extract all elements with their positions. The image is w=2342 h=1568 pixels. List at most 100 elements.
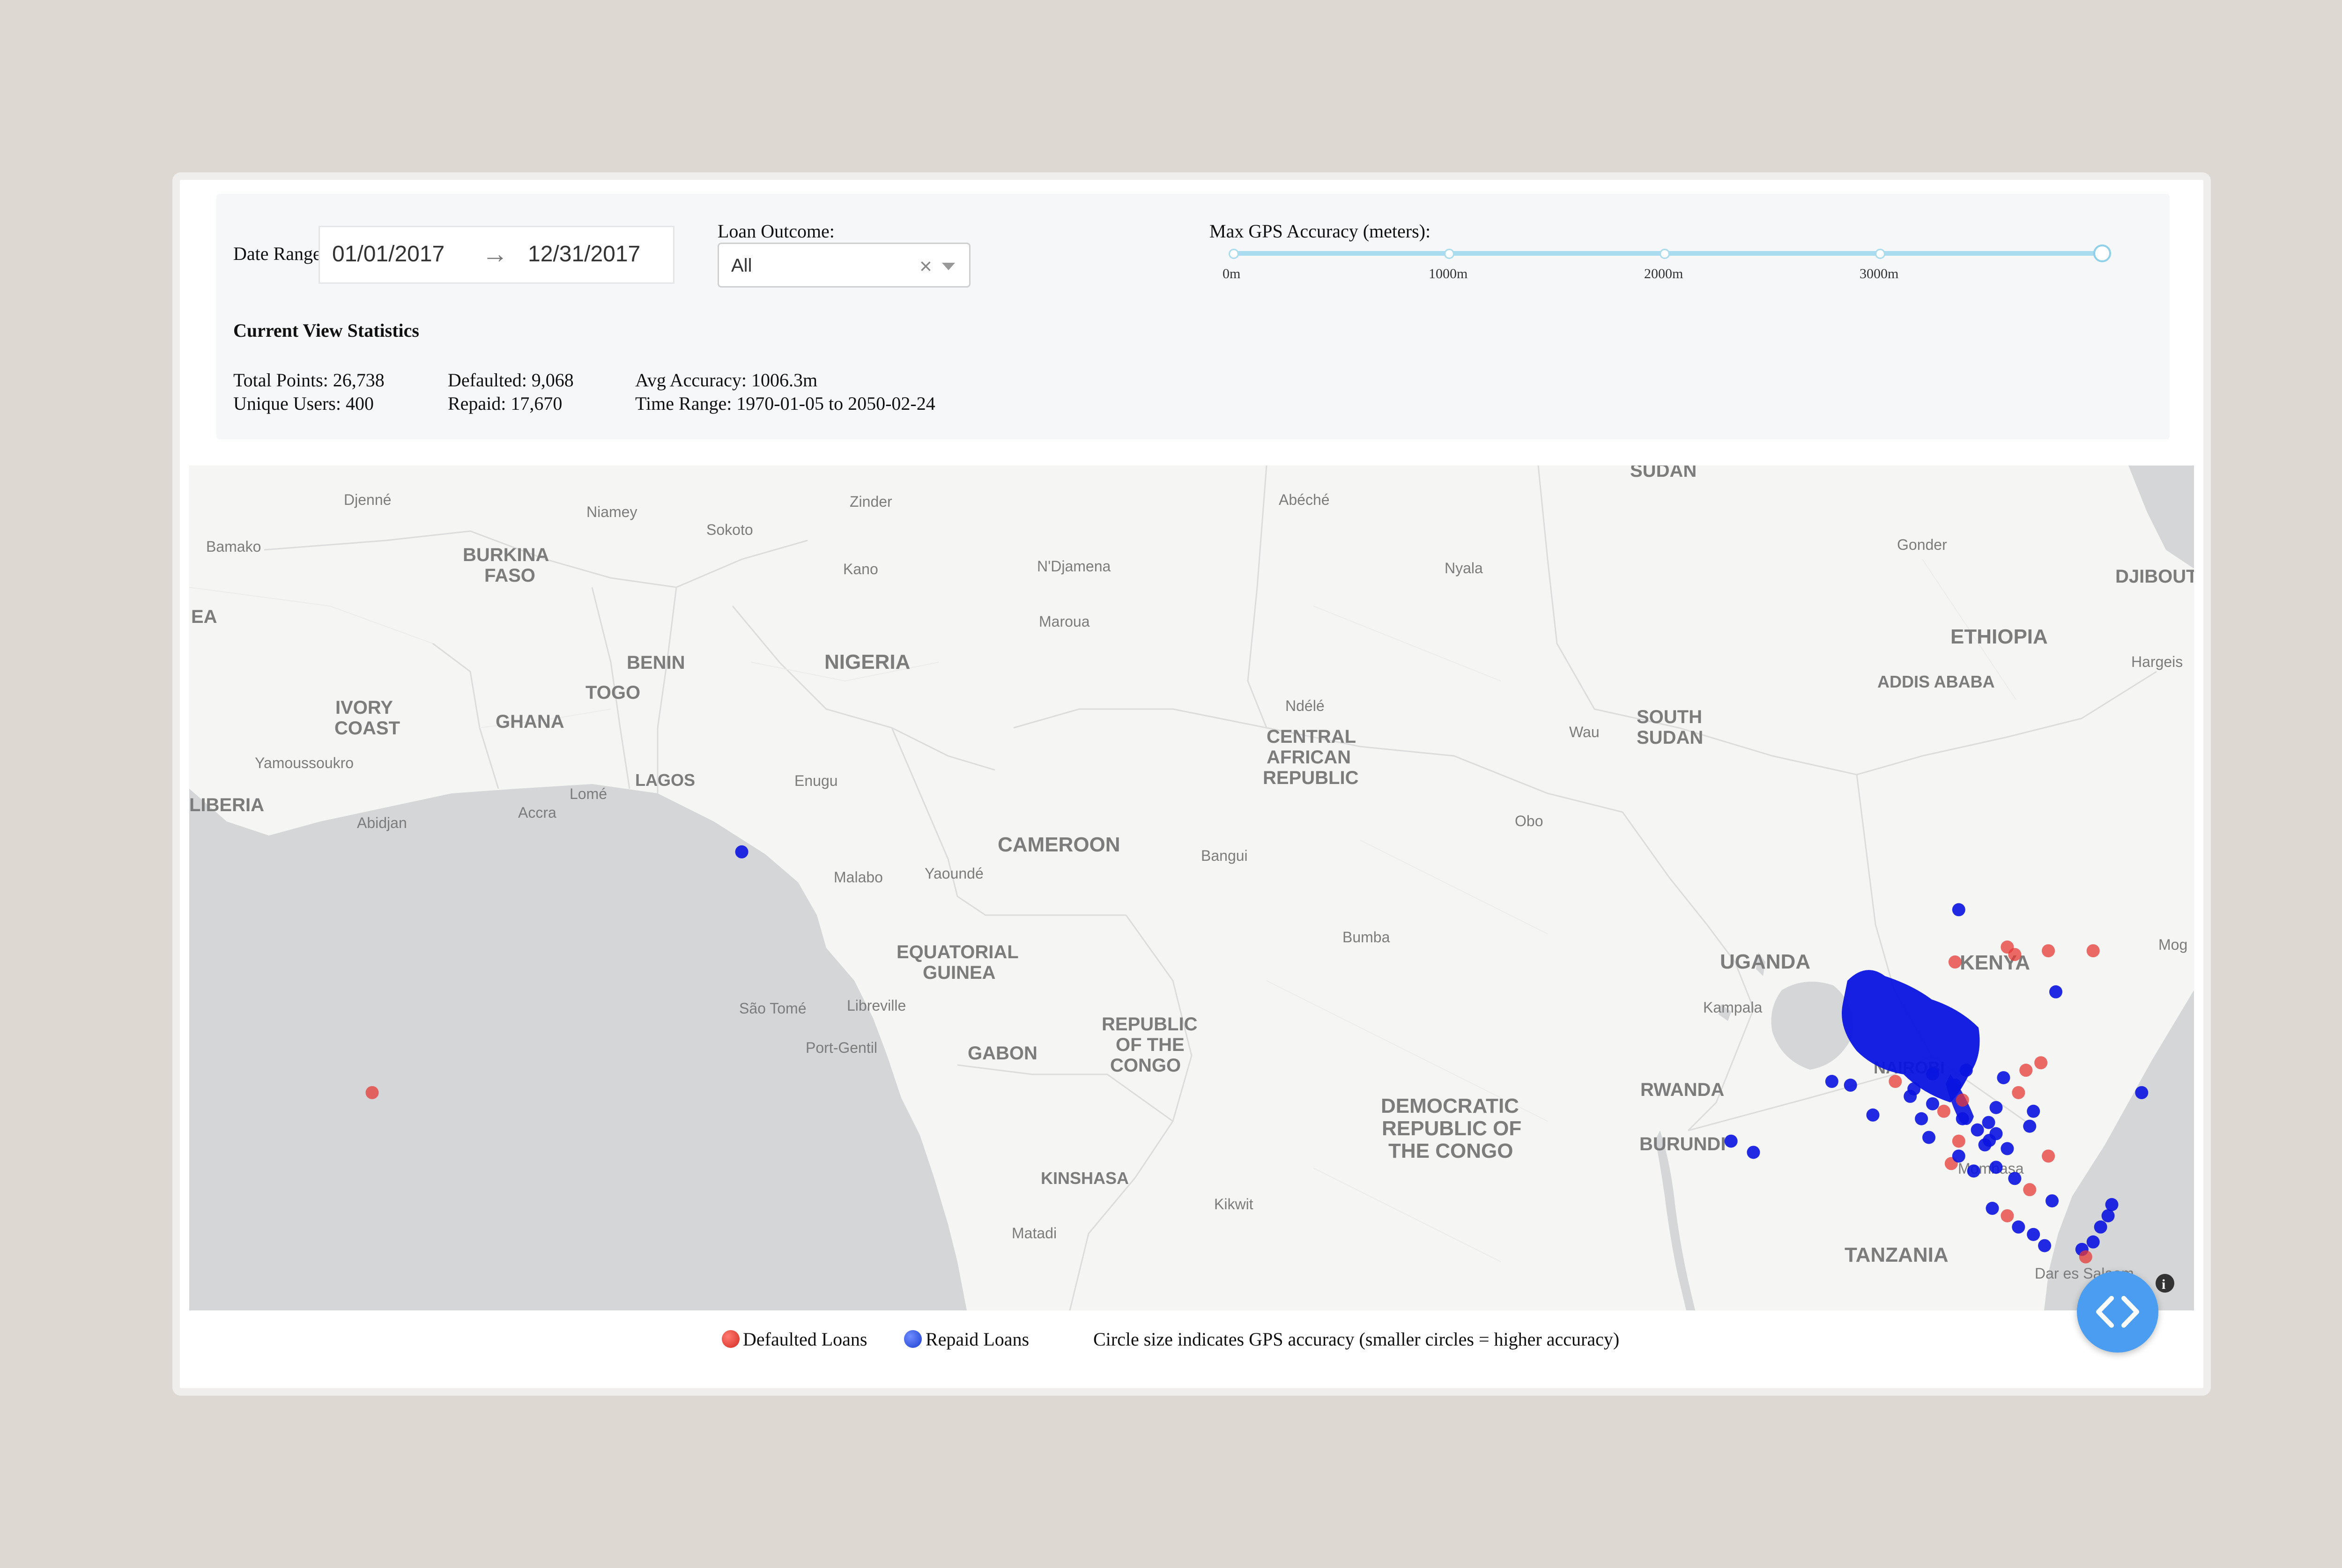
dropdown-caret-icon[interactable] — [942, 263, 955, 270]
slider-dot-3000 — [1875, 249, 1885, 259]
stat-avg-accuracy: Avg Accuracy: 1006.3m — [635, 370, 818, 391]
loan-marker-defaulted[interactable] — [2034, 1056, 2048, 1070]
loan-marker-repaid[interactable] — [1952, 903, 1965, 917]
loan-marker-repaid[interactable] — [1989, 1101, 2003, 1114]
loan-marker-defaulted[interactable] — [2019, 1064, 2033, 1077]
loan-marker-defaulted[interactable] — [1937, 1104, 1950, 1118]
map-legend: Defaulted Loans Repaid Loans Circle size… — [180, 1326, 2203, 1354]
loan-marker-repaid[interactable] — [1904, 1089, 1917, 1103]
loan-marker-defaulted[interactable] — [1948, 955, 1962, 969]
loan-marker-repaid[interactable] — [2027, 1228, 2040, 1241]
loan-marker-repaid[interactable] — [2038, 1239, 2052, 1252]
slider-tick-1000: 1000m — [1429, 266, 1468, 281]
label-libreville: Libreville — [847, 997, 906, 1014]
loan-marker-repaid[interactable] — [1866, 1108, 1880, 1122]
end-date-input[interactable]: 12/31/2017 — [528, 241, 640, 267]
loan-marker-repaid[interactable] — [1724, 1134, 1738, 1148]
loan-marker-repaid[interactable] — [2012, 1220, 2025, 1234]
loan-marker-repaid[interactable] — [1989, 1161, 2003, 1174]
label-kano: Kano — [843, 561, 878, 577]
loan-marker-repaid[interactable] — [1952, 1149, 1965, 1163]
loan-marker-repaid[interactable] — [2094, 1220, 2107, 1234]
label-lome: Lomé — [570, 785, 607, 802]
loan-marker-defaulted[interactable] — [365, 1086, 379, 1099]
loan-marker-defaulted[interactable] — [2042, 1149, 2055, 1163]
label-port-gentil: Port-Gentil — [806, 1039, 877, 1056]
controls-panel: Date Range: 01/01/2017 → 12/31/2017 Loan… — [216, 194, 2170, 439]
label-ethiopia: ETHIOPIA — [1950, 625, 2048, 648]
code-brackets-icon — [2096, 1296, 2139, 1328]
loan-marker-defaulted[interactable] — [2086, 944, 2100, 958]
label-drc-2: REPUBLIC OF — [1382, 1117, 1521, 1140]
label-burkina-1: BURKINA — [463, 545, 549, 565]
loan-marker-repaid[interactable] — [1926, 1097, 1939, 1110]
loan-marker-repaid[interactable] — [1982, 1116, 1995, 1129]
loan-marker-repaid[interactable] — [2027, 1104, 2040, 1118]
loan-marker-defaulted[interactable] — [2042, 944, 2055, 958]
app-frame: Date Range: 01/01/2017 → 12/31/2017 Loan… — [172, 172, 2211, 1396]
loan-marker-repaid[interactable] — [1986, 1202, 1999, 1215]
loan-marker-repaid[interactable] — [1997, 1071, 2010, 1085]
repaid-dot-icon — [904, 1330, 922, 1348]
loan-marker-defaulted[interactable] — [2023, 1183, 2037, 1197]
loan-marker-repaid[interactable] — [2105, 1198, 2119, 1212]
loan-marker-defaulted[interactable] — [2008, 948, 2022, 962]
loan-marker-repaid[interactable] — [1967, 1164, 1980, 1178]
loan-marker-repaid[interactable] — [2049, 985, 2062, 998]
loan-marker-repaid[interactable] — [1844, 1079, 1857, 1092]
loan-outcome-select[interactable]: All × — [718, 243, 971, 288]
loan-marker-repaid[interactable] — [1747, 1146, 1760, 1159]
code-toggle-button[interactable] — [2077, 1271, 2158, 1353]
loan-marker-repaid[interactable] — [1989, 1127, 2003, 1140]
attribution-info-icon[interactable]: i — [2156, 1274, 2174, 1293]
loan-marker-repaid[interactable] — [1978, 1138, 1992, 1152]
map-canvas[interactable]: Djenné Niamey Zinder Abéché SUDAN Bamako… — [189, 466, 2194, 1310]
loan-outcome-label: Loan Outcome: — [718, 221, 835, 242]
loan-marker-defaulted[interactable] — [2079, 1250, 2092, 1264]
loan-marker-repaid[interactable] — [2001, 1142, 2014, 1155]
loan-marker-repaid[interactable] — [2046, 1194, 2059, 1208]
label-mog: Mog — [2158, 936, 2187, 953]
loan-marker-repaid[interactable] — [1915, 1112, 1928, 1125]
label-hargeis: Hargeis — [2131, 653, 2183, 670]
loan-marker-defaulted[interactable] — [2001, 1209, 2014, 1222]
loan-marker-repaid[interactable] — [1971, 1123, 1984, 1137]
loan-marker-repaid[interactable] — [1948, 1079, 1962, 1092]
label-benin: BENIN — [627, 652, 685, 673]
date-range-picker[interactable]: 01/01/2017 → 12/31/2017 — [319, 226, 674, 284]
label-burundi: BURUNDI — [1639, 1134, 1726, 1154]
slider-tick-2000: 2000m — [1644, 266, 1683, 281]
loan-marker-defaulted[interactable] — [1889, 1075, 1902, 1088]
loan-marker-repaid[interactable] — [735, 845, 749, 858]
label-bumba: Bumba — [1342, 929, 1390, 946]
start-date-input[interactable]: 01/01/2017 — [332, 241, 445, 267]
slider-handle[interactable] — [2093, 244, 2111, 262]
loan-marker-defaulted[interactable] — [2012, 1086, 2025, 1099]
clear-icon[interactable]: × — [919, 253, 932, 279]
map-area[interactable]: Djenné Niamey Zinder Abéché SUDAN Bamako… — [189, 466, 2194, 1310]
loan-marker-repaid[interactable] — [1959, 1064, 1973, 1077]
date-range-label: Date Range: — [233, 243, 326, 264]
loan-marker-repaid[interactable] — [2101, 1209, 2115, 1222]
loan-marker-repaid[interactable] — [1922, 1131, 1936, 1144]
loan-marker-repaid[interactable] — [2086, 1235, 2100, 1249]
label-ivory-2: COAST — [334, 718, 400, 739]
label-rwanda: RWANDA — [1640, 1080, 1724, 1100]
loan-marker-defaulted[interactable] — [1952, 1134, 1965, 1148]
loan-marker-defaulted[interactable] — [1956, 1093, 1969, 1107]
label-roc-3: CONGO — [1110, 1055, 1181, 1076]
label-yamoussoukro: Yamoussoukro — [255, 754, 354, 771]
loan-marker-repaid[interactable] — [2135, 1086, 2149, 1099]
label-niamey: Niamey — [586, 503, 637, 520]
gps-accuracy-label: Max GPS Accuracy (meters): — [1209, 221, 1431, 242]
loan-marker-repaid[interactable] — [1956, 1112, 1969, 1125]
loan-marker-repaid[interactable] — [1926, 1067, 1939, 1081]
loan-marker-repaid[interactable] — [2008, 1172, 2022, 1185]
label-car-2: AFRICAN — [1267, 747, 1351, 768]
label-djibouti: DJIBOUT — [2115, 566, 2194, 587]
loan-marker-repaid[interactable] — [1825, 1075, 1838, 1088]
label-abeche: Abéché — [1279, 491, 1330, 508]
loan-marker-repaid[interactable] — [2023, 1119, 2037, 1133]
gps-accuracy-slider[interactable]: 0m 1000m 2000m 3000m — [1223, 244, 2123, 284]
label-cameroon: CAMEROON — [998, 833, 1120, 856]
